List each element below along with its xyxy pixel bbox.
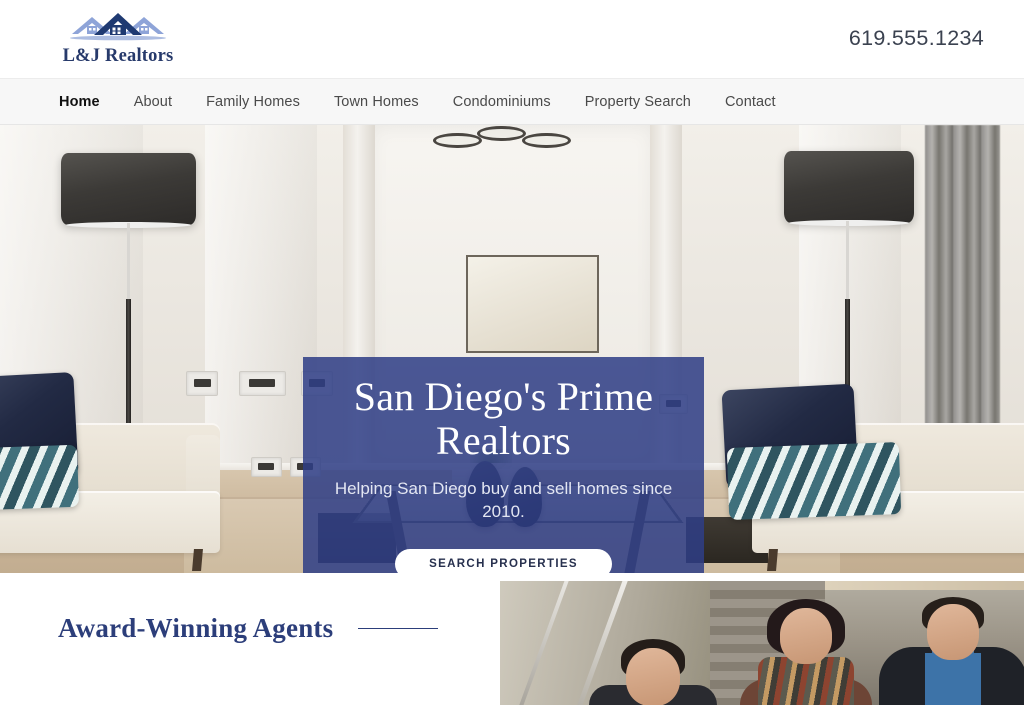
agent-person (588, 639, 718, 705)
chandelier-light (430, 125, 573, 161)
wall-socket (238, 371, 286, 396)
framed-artwork (465, 254, 600, 354)
nav-item-contact[interactable]: Contact (725, 94, 776, 110)
sofa-right (721, 383, 1024, 571)
agent-person (878, 597, 1024, 705)
site-logo[interactable]: L&J Realtors (62, 6, 174, 72)
wall-socket (250, 456, 282, 478)
agents-team-photo (500, 581, 1024, 705)
sofa-left (0, 371, 220, 571)
wall-panel (204, 125, 318, 475)
nav-item-about[interactable]: About (134, 94, 172, 110)
nav-item-town-homes[interactable]: Town Homes (334, 94, 419, 110)
hero-section: San Diego's Prime Realtors Helping San D… (0, 125, 1024, 573)
hero-overlay-card: San Diego's Prime Realtors Helping San D… (303, 357, 704, 573)
chevron-pillow (726, 442, 902, 520)
agent-person (736, 599, 876, 705)
search-properties-button[interactable]: SEARCH PROPERTIES (395, 548, 612, 573)
nav-item-property-search[interactable]: Property Search (585, 94, 691, 110)
logo-text: L&J Realtors (62, 46, 174, 66)
site-header: L&J Realtors 619.555.1234 (0, 0, 1024, 78)
main-navigation: Home About Family Homes Town Homes Condo… (0, 78, 1024, 125)
phone-number[interactable]: 619.555.1234 (849, 26, 984, 51)
hero-title: San Diego's Prime Realtors (353, 374, 654, 463)
agents-section-title: Award-Winning Agents (58, 613, 334, 643)
wall-socket (186, 371, 219, 396)
nav-item-family-homes[interactable]: Family Homes (206, 94, 300, 110)
heading-rule (358, 628, 439, 629)
nav-item-home[interactable]: Home (59, 94, 100, 110)
chevron-pillow (0, 444, 80, 512)
hero-subtitle: Helping San Diego buy and sell homes sin… (334, 479, 673, 522)
agents-heading-group: Award-Winning Agents (58, 613, 439, 644)
house-roofs-icon (70, 13, 166, 41)
nav-item-condominiums[interactable]: Condominiums (453, 94, 551, 110)
agents-section: Award-Winning Agents (0, 573, 1024, 705)
